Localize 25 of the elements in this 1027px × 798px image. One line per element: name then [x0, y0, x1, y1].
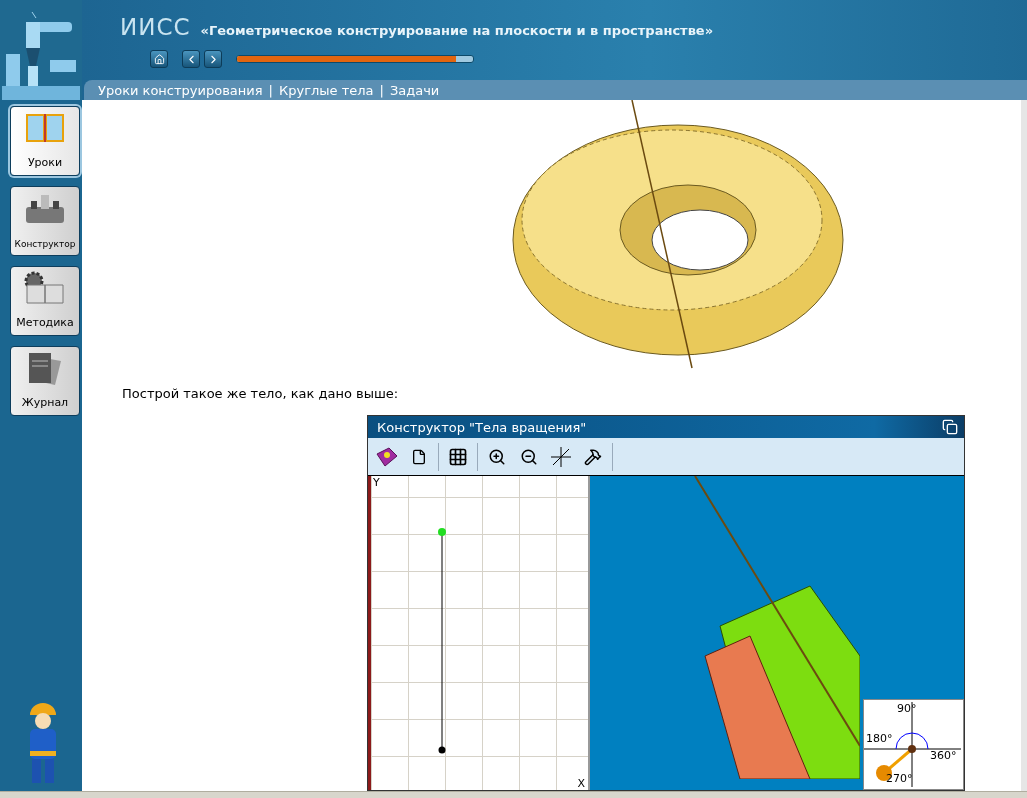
angle-label: 180°	[866, 732, 893, 745]
task-prompt: Построй такое же тело, как дано выше:	[122, 386, 400, 401]
sidebar-item[interactable]: Журнал	[10, 346, 80, 416]
angle-label: 90°	[897, 702, 917, 715]
angle-dial[interactable]: 90° 180° 360° 270°	[863, 699, 964, 790]
page-icon	[411, 448, 427, 465]
home-icon	[153, 53, 165, 65]
home-button[interactable]	[150, 50, 168, 68]
app-title: ИИСС	[120, 14, 191, 40]
restore-icon[interactable]	[942, 419, 958, 435]
breadcrumb-separator: |	[268, 82, 273, 98]
gear-and-book-icon	[23, 271, 67, 305]
sidebar-item[interactable]: Методика	[10, 266, 80, 336]
sidebar-item[interactable]: Уроки	[10, 106, 80, 176]
app-subtitle: «Геометрическое конструирование на плоскости и в пространстве»	[200, 23, 714, 38]
forward-button[interactable]	[204, 50, 222, 68]
book-icon	[25, 111, 65, 143]
x-axis-label: X	[577, 777, 585, 790]
breadcrumb-separator: |	[379, 82, 384, 98]
window-title: Конструктор "Тела вращения"	[377, 419, 587, 435]
y-axis-label: Y	[373, 476, 380, 489]
sidebar-item[interactable]: Конструктор	[10, 186, 80, 256]
angle-label: 360°	[930, 749, 957, 762]
back-button[interactable]	[182, 50, 200, 68]
angle-label: 270°	[886, 772, 913, 785]
